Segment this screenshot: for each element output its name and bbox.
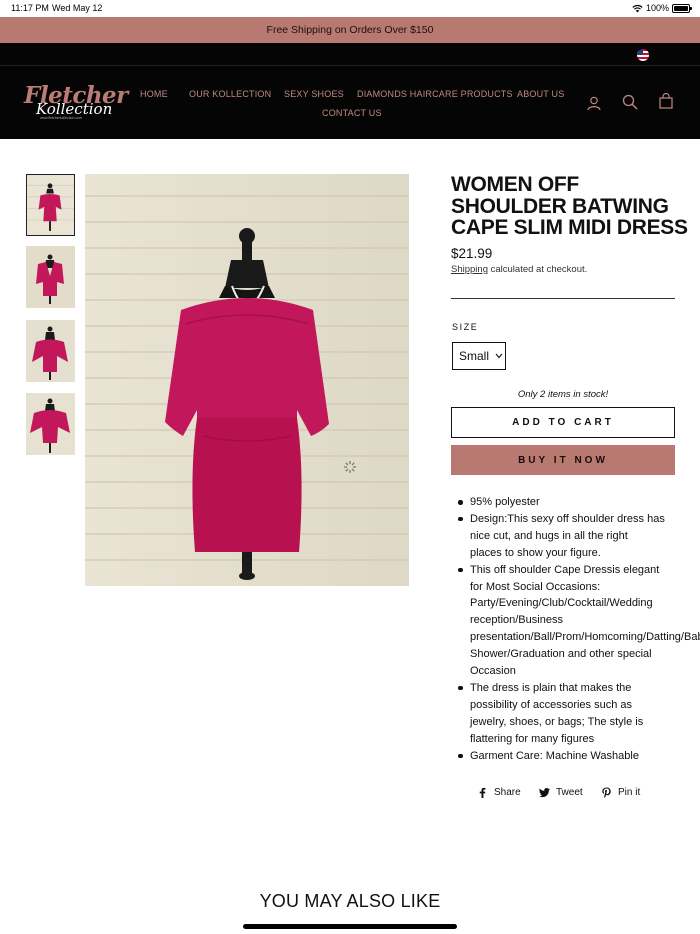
nav-diamonds-haircare[interactable]: DIAMONDS HAIRCARE PRODUCTS bbox=[357, 89, 513, 99]
product-main-image[interactable] bbox=[85, 174, 409, 586]
shipping-note-text: calculated at checkout. bbox=[487, 264, 588, 275]
wifi-icon bbox=[632, 4, 643, 13]
chevron-down-icon bbox=[495, 353, 503, 359]
product-description: 95% polyester Design:This sexy off shoul… bbox=[458, 494, 700, 765]
product-thumbnail-1[interactable] bbox=[26, 174, 75, 236]
home-indicator[interactable] bbox=[243, 924, 457, 929]
nav-about-us[interactable]: ABOUT US bbox=[517, 89, 564, 99]
stock-note: Only 2 items in stock! bbox=[517, 389, 609, 400]
product-price: $21.99 bbox=[451, 246, 493, 261]
nav-home[interactable]: HOME bbox=[140, 89, 168, 99]
product-thumbnail-2[interactable] bbox=[26, 246, 75, 308]
status-right: 100% bbox=[632, 3, 692, 13]
size-select[interactable]: Small bbox=[452, 342, 506, 370]
status-date: Wed May 12 bbox=[52, 3, 103, 13]
announcement-text: Free Shipping on Orders Over $150 bbox=[266, 24, 434, 36]
description-item: Design:This sexy off shoulder dress has … bbox=[458, 511, 696, 562]
pinterest-icon bbox=[602, 787, 611, 798]
description-item: This off shoulder Cape Dressis elegant f… bbox=[458, 562, 700, 680]
share-label: Share bbox=[494, 787, 521, 798]
facebook-icon bbox=[479, 787, 486, 798]
product-thumbnail-4[interactable] bbox=[26, 393, 75, 455]
twitter-icon bbox=[539, 788, 550, 798]
divider bbox=[451, 298, 675, 299]
nav-contact-us[interactable]: CONTACT US bbox=[322, 108, 382, 118]
account-icon[interactable] bbox=[586, 95, 602, 111]
nav-sexy-shoes[interactable]: SEXY SHOES bbox=[284, 89, 344, 99]
product-title: WOMEN OFF SHOULDER BATWING CAPE SLIM MID… bbox=[451, 173, 688, 239]
status-time: 11:17 PM bbox=[11, 3, 49, 13]
you-may-also-like-heading: YOU MAY ALSO LIKE bbox=[259, 891, 441, 911]
tweet-label: Tweet bbox=[556, 787, 583, 798]
size-label: SIZE bbox=[452, 322, 479, 332]
shipping-link[interactable]: Shipping bbox=[451, 264, 488, 275]
status-bar: 11:17 PM Wed May 12 100% bbox=[0, 0, 700, 17]
description-item: The dress is plain that makes the possib… bbox=[458, 680, 696, 748]
product-thumbnail-3[interactable] bbox=[26, 320, 75, 382]
pin-label: Pin it bbox=[618, 787, 641, 798]
share-twitter-link[interactable]: Tweet bbox=[539, 787, 583, 798]
shipping-note: Shipping calculated at checkout. bbox=[451, 264, 587, 275]
buy-it-now-button[interactable]: BUY IT NOW bbox=[451, 445, 675, 475]
site-logo[interactable]: Fletcher Kollection www.fletcherkollecti… bbox=[24, 82, 128, 122]
share-facebook-link[interactable]: Share bbox=[477, 787, 521, 798]
description-item: Garment Care: Machine Washable bbox=[458, 748, 696, 765]
cart-icon[interactable] bbox=[658, 93, 674, 109]
site-header: Fletcher Kollection www.fletcherkollecti… bbox=[0, 66, 700, 139]
battery-icon bbox=[672, 3, 692, 13]
description-item: 95% polyester bbox=[458, 494, 696, 511]
nav-our-kollection[interactable]: OUR KOLLECTION bbox=[189, 89, 271, 99]
logo-url: www.fletcherkollection.com bbox=[40, 116, 83, 120]
search-icon[interactable] bbox=[622, 94, 638, 110]
us-flag-icon[interactable] bbox=[637, 49, 649, 61]
battery-percent: 100% bbox=[645, 3, 669, 13]
add-to-cart-button[interactable]: ADD TO CART bbox=[451, 407, 675, 438]
locale-bar bbox=[0, 43, 700, 66]
announcement-bar: Free Shipping on Orders Over $150 bbox=[0, 17, 700, 43]
share-pinterest-link[interactable]: Pin it bbox=[601, 787, 640, 798]
size-select-value: Small bbox=[459, 349, 490, 363]
